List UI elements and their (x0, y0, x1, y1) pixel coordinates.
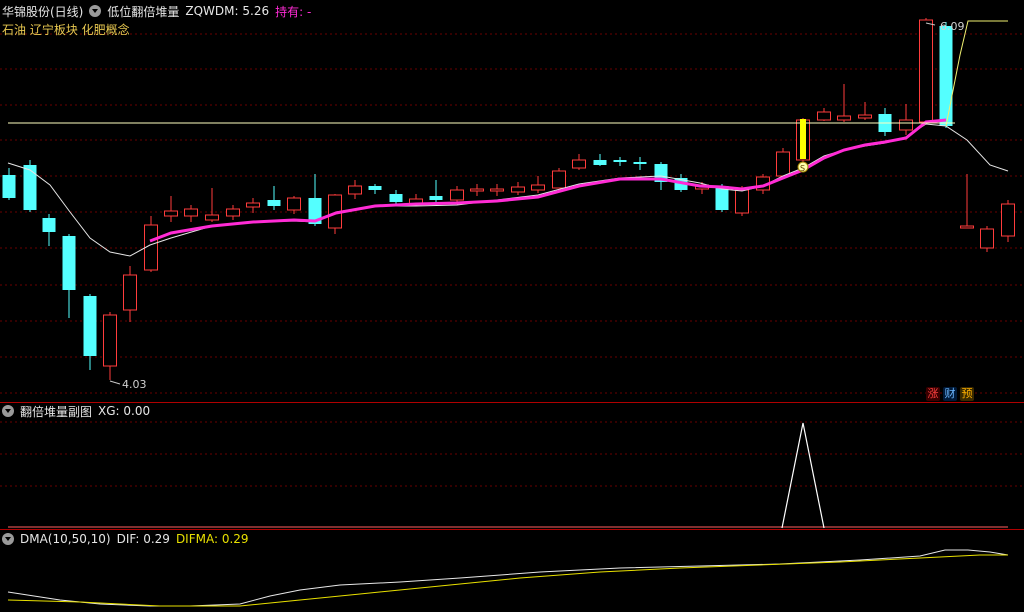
candle-body-up (246, 202, 260, 208)
candle-body-up (123, 274, 137, 311)
grid-lines (0, 33, 1024, 394)
xg-signal-spike (781, 422, 825, 529)
chevron-down-icon[interactable] (89, 5, 102, 17)
sub1-header: 翻倍堆量副图 XG: 0.00 (2, 403, 150, 419)
candle-body-down (23, 165, 37, 210)
candle-body-up (205, 214, 219, 221)
candle-body-up (817, 111, 831, 121)
cai-badge[interactable]: 财 (943, 387, 957, 401)
candle-body-down (368, 186, 382, 190)
candle-body-down (593, 160, 607, 165)
zqwdm-value: ZQWDM: 5.26 (185, 4, 270, 18)
indicator-name[interactable]: 低位翻倍堆量 (107, 3, 179, 20)
candle-body-up (980, 228, 994, 249)
candlestick-chart[interactable]: S 6.09 4.03 (0, 0, 1024, 402)
candle-body-up (837, 115, 851, 121)
chevron-down-icon[interactable] (2, 405, 14, 417)
candle-body-up (287, 197, 301, 211)
candle-body-down (2, 175, 16, 198)
hold-value: 持有: - (275, 4, 312, 19)
candle-body-up (735, 189, 749, 214)
candle-body-up (531, 184, 545, 191)
sector-tags[interactable]: 石油 辽宁板块 化肥概念 (2, 21, 130, 38)
low-pointer (109, 380, 121, 385)
candle-body-down (267, 200, 281, 206)
badge-group: 涨 财 预 (926, 387, 974, 401)
difma-value: DIFMA: 0.29 (175, 532, 249, 546)
yu-badge[interactable]: 预 (960, 387, 974, 401)
high-label: 6.09 (940, 20, 965, 33)
candle-body-down (389, 194, 403, 202)
candle-body-up (899, 119, 913, 131)
candle-body-down (62, 236, 76, 290)
candle-body-up (919, 19, 933, 123)
candle-body-up (164, 210, 178, 217)
sub-chart-1[interactable]: 翻倍堆量副图 XG: 0.00 (0, 402, 1024, 530)
candle-body-down (633, 162, 647, 164)
sub1-title[interactable]: 翻倍堆量副图 (20, 403, 92, 420)
candle-body-up (470, 188, 484, 192)
dma-title[interactable]: DMA(10,50,10) (20, 532, 111, 546)
candle-body-down (429, 196, 443, 200)
main-header: 华锦股份(日线) 低位翻倍堆量 ZQWDM: 5.26 持有: - (2, 3, 311, 19)
candle-body-up (348, 185, 362, 195)
signal-bar (800, 119, 806, 159)
candle-body-up (960, 225, 974, 229)
ma-line (149, 118, 947, 243)
candle-body-up (103, 314, 117, 367)
main-chart-panel[interactable]: S 6.09 4.03 华锦股份(日线) 低位翻倍堆量 ZQWDM: 5.26 … (0, 0, 1024, 402)
candle-body-down (939, 26, 953, 126)
sub-chart-2[interactable]: DMA(10,50,10) DIF: 0.29 DIFMA: 0.29 (0, 530, 1024, 612)
candle-body-up (1001, 203, 1015, 237)
candle-body-up (572, 159, 586, 169)
candle-body-up (450, 189, 464, 201)
chevron-down-icon[interactable] (2, 533, 14, 545)
signal-marker: S (800, 164, 805, 173)
xg-value: XG: 0.00 (98, 404, 151, 418)
candle-body-down (42, 218, 56, 232)
candle-body-up (858, 114, 872, 119)
candle-body-down (83, 296, 97, 356)
candle-body-down (613, 160, 627, 162)
stock-name: 华锦股份(日线) (2, 4, 84, 19)
candle-body-up (552, 170, 566, 189)
zhang-badge[interactable]: 涨 (926, 387, 940, 401)
candle-body-up (511, 186, 525, 193)
difma-line (7, 554, 1008, 607)
low-label: 4.03 (122, 378, 147, 391)
dif-value: DIF: 0.29 (116, 532, 170, 546)
candle-body-up (226, 208, 240, 217)
sub1-chart (0, 421, 1024, 529)
ref-line (945, 20, 1008, 127)
sub2-header: DMA(10,50,10) DIF: 0.29 DIFMA: 0.29 (2, 531, 249, 547)
candle-body-up (184, 208, 198, 217)
candle-body-up (776, 151, 790, 177)
dif-line (7, 549, 1009, 607)
candle-body-up (490, 188, 504, 192)
grid-lines (0, 421, 1024, 487)
